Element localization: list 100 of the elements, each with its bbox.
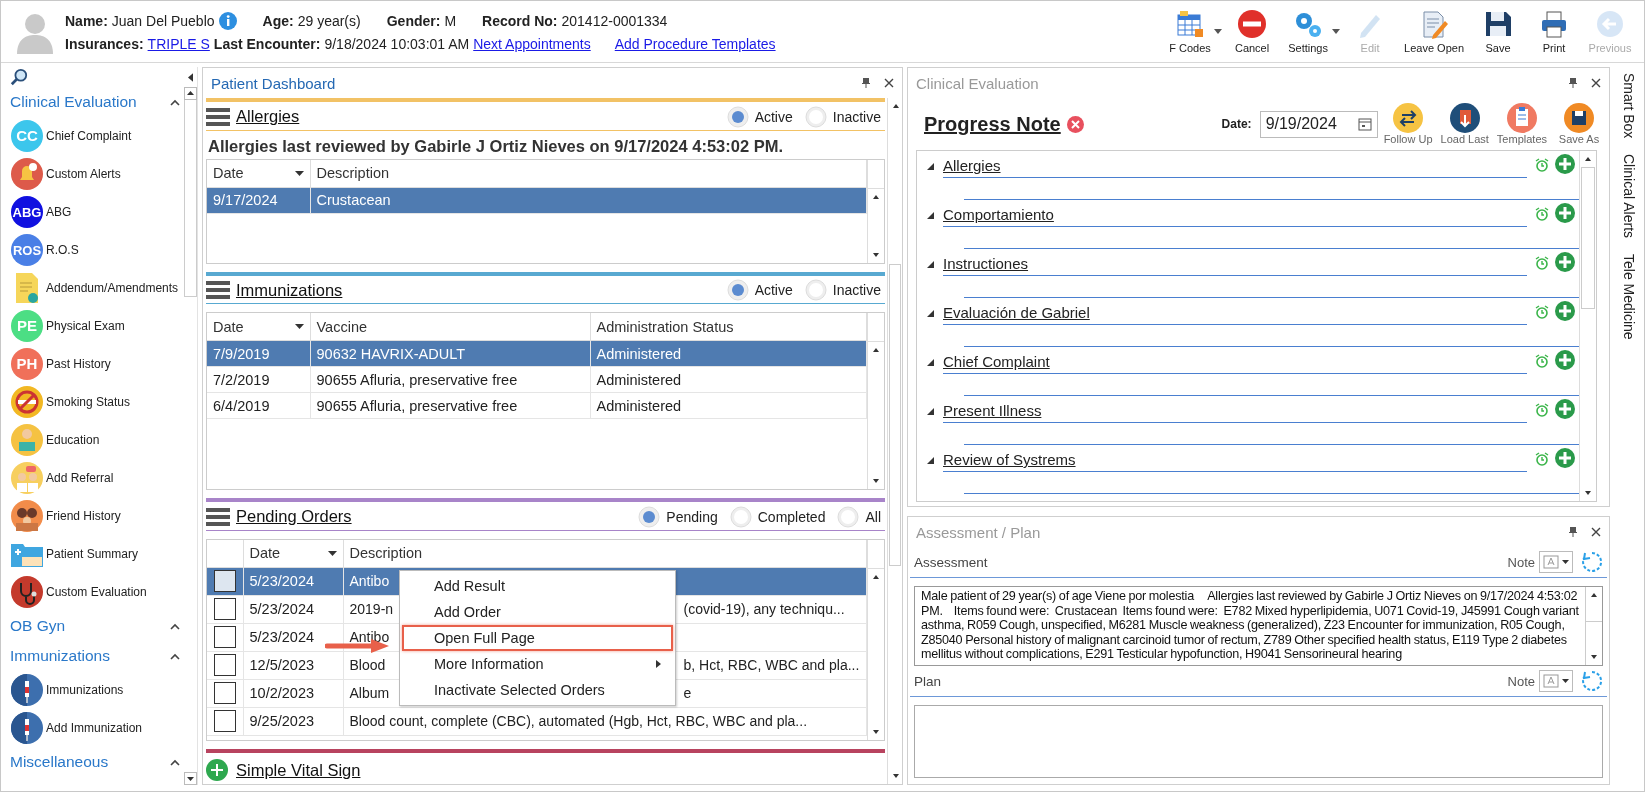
chevron-up-icon[interactable] — [170, 98, 180, 106]
remove-icon[interactable] — [1066, 115, 1084, 133]
side-tab[interactable]: Clinical Alerts — [1621, 154, 1637, 239]
alarm-clock-icon[interactable] — [1535, 452, 1549, 466]
row-checkbox[interactable] — [213, 654, 236, 677]
group-title[interactable]: Clinical Evaluation — [10, 93, 137, 111]
radio-option[interactable]: All — [833, 505, 885, 528]
scroll-down-icon[interactable] — [184, 772, 197, 785]
table-row[interactable]: 7/9/2019 90632 HAVRIX-ADULT Administered — [207, 340, 867, 367]
alarm-clock-icon[interactable] — [1535, 354, 1549, 368]
section-title-link[interactable]: Immunizations — [236, 280, 343, 300]
dropdown-caret-icon[interactable] — [1214, 28, 1223, 35]
sort-caret-icon[interactable] — [294, 170, 304, 176]
section-title-link[interactable]: Review of Systrems — [943, 451, 1076, 471]
chevron-up-icon[interactable] — [170, 652, 180, 660]
radio-option[interactable]: Pending — [634, 505, 722, 528]
radio-option[interactable]: Active — [722, 105, 797, 128]
table-row[interactable]: 9/25/2023 Blood count, complete (CBC), automated (Hgb, Hct, RBC, WBC and pla... — [207, 707, 867, 736]
section-title-link[interactable]: Pending Orders — [236, 507, 352, 527]
row-checkbox[interactable] — [213, 570, 236, 593]
alarm-clock-icon[interactable] — [1535, 207, 1549, 221]
side-tab[interactable]: Smart Box — [1621, 73, 1637, 139]
sidebar-item[interactable]: Immunizations — [10, 671, 184, 709]
sidebar-item[interactable]: Friend History — [10, 497, 184, 535]
scrollbar-thumb[interactable] — [889, 264, 901, 566]
plan-text-field[interactable] — [914, 705, 1603, 778]
alarm-clock-icon[interactable] — [1535, 158, 1549, 172]
menu-icon[interactable] — [206, 280, 230, 301]
column-header[interactable]: Date — [243, 539, 343, 568]
row-checkbox[interactable] — [213, 710, 236, 733]
expanded-triangle-icon[interactable] — [927, 163, 934, 170]
close-icon[interactable] — [1591, 527, 1601, 537]
sidebar-item[interactable]: Custom Evaluation — [10, 573, 184, 611]
scrollbar-thumb[interactable] — [184, 100, 197, 297]
section-title-link[interactable]: Instructiones — [943, 255, 1029, 275]
radio-option[interactable]: Completed — [725, 505, 830, 528]
expanded-triangle-icon[interactable] — [927, 359, 934, 366]
menu-item[interactable]: Add Order — [402, 598, 673, 625]
refresh-icon[interactable] — [1581, 670, 1603, 692]
toolbar-button[interactable]: Settings — [1282, 7, 1335, 56]
sidebar-item[interactable]: Custom Alerts — [10, 155, 184, 193]
sidebar-item[interactable]: Smoking Status — [10, 383, 184, 421]
add-icon[interactable] — [1555, 399, 1575, 419]
sidebar-item[interactable]: PE Physical Exam — [10, 307, 184, 345]
sidebar-item[interactable]: Patient Summary — [10, 535, 184, 573]
action-button[interactable]: Save As — [1553, 103, 1605, 145]
section-title-link[interactable]: Present Illness — [943, 402, 1042, 422]
toolbar-button[interactable]: Leave Open — [1400, 7, 1468, 56]
add-icon[interactable] — [1555, 350, 1575, 370]
chevron-up-icon[interactable] — [170, 758, 180, 766]
search-icon[interactable] — [10, 68, 28, 86]
section-title-link[interactable]: Comportamiento — [943, 206, 1054, 226]
toolbar-button[interactable]: Cancel — [1226, 7, 1279, 56]
table-row[interactable]: 6/4/2019 90655 Afluria, preservative free Administered — [207, 392, 867, 419]
section-title-link[interactable]: Allergies — [236, 107, 300, 127]
header-link[interactable]: Add Procedure Templates — [614, 35, 776, 52]
date-field[interactable]: 9/19/2024 — [1259, 110, 1378, 138]
add-icon[interactable] — [1555, 154, 1575, 174]
info-icon[interactable] — [218, 11, 237, 30]
column-header[interactable]: Date — [207, 159, 310, 188]
dropdown-caret-icon[interactable] — [1332, 28, 1341, 35]
close-icon[interactable] — [1591, 78, 1601, 88]
refresh-icon[interactable] — [1581, 551, 1603, 573]
calendar-icon[interactable] — [1357, 117, 1372, 131]
action-button[interactable]: Load Last — [1438, 103, 1491, 145]
sidebar-item[interactable]: Add Immunization — [10, 709, 184, 747]
section-title-link[interactable]: Simple Vital Sign — [236, 760, 361, 780]
table-row[interactable]: 9/17/2024 Crustacean — [207, 187, 867, 214]
row-checkbox[interactable] — [213, 682, 236, 705]
close-icon[interactable] — [884, 78, 894, 88]
group-title[interactable]: OB Gyn — [10, 617, 66, 635]
collapse-arrow-icon[interactable] — [188, 72, 193, 82]
radio-option[interactable]: Inactive — [800, 105, 885, 128]
row-checkbox[interactable] — [213, 626, 236, 649]
row-checkbox[interactable] — [213, 598, 236, 621]
sidebar-item[interactable]: Addendum/Amendments — [10, 269, 184, 307]
pin-icon[interactable] — [1569, 78, 1577, 88]
sidebar-item[interactable]: ROS R.O.S — [10, 231, 184, 269]
toolbar-button[interactable]: Print — [1528, 7, 1580, 56]
alarm-clock-icon[interactable] — [1535, 403, 1549, 417]
sidebar-item[interactable]: PH Past History — [10, 345, 184, 383]
group-title[interactable]: Miscellaneous — [10, 753, 109, 771]
sort-caret-icon[interactable] — [327, 550, 337, 556]
column-header[interactable]: Date — [207, 313, 310, 341]
section-title-link[interactable]: Allergies — [943, 157, 1001, 177]
section-title-link[interactable]: Evaluación de Gabriel — [943, 304, 1090, 324]
add-icon[interactable] — [1555, 252, 1575, 272]
text-format-dropdown-icon[interactable] — [1539, 551, 1573, 573]
action-button[interactable]: Follow Up — [1381, 103, 1435, 145]
menu-icon[interactable] — [206, 106, 230, 127]
scroll-up-icon[interactable] — [184, 87, 197, 100]
menu-item[interactable]: Add Result — [402, 572, 673, 599]
chevron-up-icon[interactable] — [170, 622, 180, 630]
side-tab[interactable]: Tele Medicine — [1621, 254, 1637, 340]
toolbar-button[interactable]: Save — [1472, 7, 1524, 56]
menu-icon[interactable] — [206, 506, 230, 527]
radio-option[interactable]: Active — [722, 279, 797, 302]
toolbar-button[interactable]: F Codes — [1164, 7, 1217, 56]
text-format-dropdown-icon[interactable] — [1539, 670, 1573, 692]
expanded-triangle-icon[interactable] — [927, 212, 934, 219]
